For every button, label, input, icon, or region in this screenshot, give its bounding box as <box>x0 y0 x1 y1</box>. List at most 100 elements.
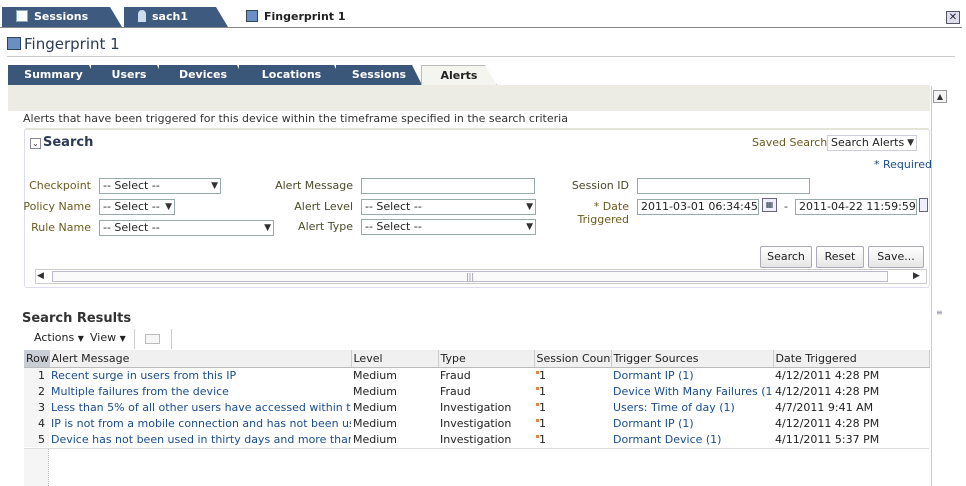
table-row[interactable]: 5 Device has not been used in thirty day… <box>24 431 929 447</box>
checkpoint-select[interactable]: -- Select -- ▼ <box>99 178 221 194</box>
type-cell: Investigation <box>440 400 512 414</box>
page-scrollbar[interactable]: ▲ ≡ <box>931 86 949 486</box>
level-cell: Medium <box>353 400 397 414</box>
tab-users[interactable]: Users <box>91 65 167 85</box>
date-cell: 4/12/2011 4:28 PM <box>775 368 880 382</box>
actions-label: Actions <box>34 331 75 344</box>
tab-strip-line <box>0 27 962 28</box>
type-cell: Fraud <box>440 368 471 382</box>
alert-message-link[interactable]: Less than 5% of all other users have acc… <box>49 399 351 415</box>
doc-tab-fingerprint[interactable]: Fingerprint 1 <box>232 7 362 27</box>
row-number: 4 <box>24 415 49 431</box>
alert-level-label: Alert Level <box>294 200 353 213</box>
search-collapse-icon[interactable]: ⌄ <box>30 138 41 149</box>
chevron-down-icon: ▼ <box>77 334 84 343</box>
tab-summary[interactable]: Summary <box>8 65 99 85</box>
level-cell: Medium <box>353 384 397 398</box>
reset-button[interactable]: Reset <box>816 246 864 268</box>
trigger-source-link[interactable]: Users: Time of day (1) <box>611 399 773 415</box>
tab-alerts[interactable]: Alerts <box>421 65 497 85</box>
alert-message-link[interactable]: Recent surge in users from this IP <box>49 367 351 383</box>
type-cell: Investigation <box>440 416 512 430</box>
tab-sessions[interactable]: Sessions <box>336 65 422 85</box>
calendar-icon[interactable]: ▦ <box>762 198 777 212</box>
rule-name-select[interactable]: -- Select -- ▼ <box>99 220 274 236</box>
col-header-row[interactable]: Row <box>24 350 50 368</box>
session-count-cell: 1 <box>534 383 611 399</box>
results-title: Search Results <box>22 311 132 326</box>
date-from-input[interactable]: 2011-03-01 06:34:45 PM <box>637 199 759 215</box>
actions-menu[interactable]: Actions ▼ <box>34 331 84 344</box>
trigger-source-link[interactable]: Dormant IP (1) <box>611 367 773 383</box>
user-icon <box>138 10 146 22</box>
date-to-input[interactable]: 2011-04-22 11:59:59 PM <box>795 199 917 215</box>
tab-devices[interactable]: Devices <box>159 65 247 85</box>
checkpoint-value: -- Select -- <box>103 179 160 192</box>
trigger-source-link[interactable]: Dormant Device (1) <box>611 431 773 447</box>
row-number: 3 <box>24 399 49 415</box>
col-header-trigger-sources[interactable]: Trigger Sources <box>611 350 774 368</box>
search-hscrollbar[interactable]: ◀ ||| ▶ <box>35 269 927 284</box>
date-triggered-label: * Date Triggered <box>540 200 629 226</box>
level-cell: Medium <box>353 416 397 430</box>
search-button[interactable]: Search <box>760 246 812 268</box>
doc-tab-label: sach1 <box>152 10 188 23</box>
alert-type-label: Alert Type <box>298 220 353 233</box>
scroll-left-icon[interactable]: ◀ <box>37 270 49 283</box>
session-count-value: 1 <box>539 416 546 430</box>
alert-message-link[interactable]: Device has not been used in thirty days … <box>49 431 351 447</box>
scroll-right-icon[interactable]: ▶ <box>913 270 925 283</box>
session-count-cell: 1 <box>534 415 611 431</box>
col-header-session-count[interactable]: Session Count <box>534 350 612 368</box>
date-separator: - <box>784 200 788 213</box>
scroll-thumb[interactable]: ||| <box>52 271 888 282</box>
save-button[interactable]: Save... <box>868 246 924 268</box>
alert-type-select[interactable]: -- Select -- ▼ <box>361 219 536 235</box>
chevron-down-icon: ▼ <box>165 202 172 212</box>
tab-locations[interactable]: Locations <box>239 65 344 85</box>
scroll-up-icon[interactable]: ▲ <box>933 90 947 103</box>
session-count-value: 1 <box>539 400 546 414</box>
results-table: Row Alert Message Level Type Session Cou… <box>24 350 930 447</box>
alert-level-select[interactable]: -- Select -- ▼ <box>361 199 536 215</box>
type-cell: Fraud <box>440 384 471 398</box>
type-cell: Investigation <box>440 432 512 446</box>
table-header-row: Row Alert Message Level Type Session Cou… <box>24 350 930 368</box>
toolbar-divider <box>134 329 135 349</box>
session-count-value: 1 <box>539 384 546 398</box>
table-bottom-line <box>24 448 929 449</box>
page-title: Fingerprint 1 <box>24 35 120 53</box>
row-number: 2 <box>24 383 49 399</box>
row-column-shade <box>24 449 49 486</box>
table-row[interactable]: 4 IP is not from a mobile connection and… <box>24 415 929 431</box>
session-id-input[interactable] <box>637 178 810 194</box>
tab-content-header <box>8 85 930 111</box>
alert-message-link[interactable]: IP is not from a mobile connection and h… <box>49 415 351 431</box>
col-header-alert-message[interactable]: Alert Message <box>49 350 352 368</box>
date-cell: 4/7/2011 9:41 AM <box>775 400 874 414</box>
date-cell: 4/11/2011 5:37 PM <box>775 432 880 446</box>
saved-search-select[interactable]: Search Alerts ▼ <box>827 135 917 151</box>
table-row[interactable]: 2 Multiple failures from the device Medi… <box>24 383 929 399</box>
view-label: View <box>90 331 117 344</box>
view-menu[interactable]: View ▼ <box>90 331 126 344</box>
alert-message-input[interactable] <box>361 178 535 194</box>
folder-icon[interactable] <box>145 334 160 344</box>
calendar-icon[interactable] <box>919 198 928 212</box>
policy-name-select[interactable]: -- Select -- ▼ <box>99 199 175 215</box>
scroll-grip-icon[interactable]: ≡ <box>936 309 944 319</box>
doc-tab-sessions[interactable]: Sessions <box>2 7 122 27</box>
trigger-source-link[interactable]: Device With Many Failures (1) <box>611 383 773 399</box>
session-count-value: 1 <box>539 368 546 382</box>
col-header-date-triggered[interactable]: Date Triggered <box>773 350 930 368</box>
col-header-type[interactable]: Type <box>438 350 535 368</box>
table-row[interactable]: 1 Recent surge in users from this IP Med… <box>24 367 929 383</box>
chevron-down-icon: ▼ <box>907 138 914 148</box>
session-count-cell: 1 <box>534 399 611 415</box>
col-header-level[interactable]: Level <box>351 350 439 368</box>
close-tab-icon[interactable]: ✕ <box>946 11 960 24</box>
table-row[interactable]: 3 Less than 5% of all other users have a… <box>24 399 929 415</box>
doc-tab-user[interactable]: sach1 <box>124 7 228 27</box>
trigger-source-link[interactable]: Dormant IP (1) <box>611 415 773 431</box>
alert-message-link[interactable]: Multiple failures from the device <box>49 383 351 399</box>
